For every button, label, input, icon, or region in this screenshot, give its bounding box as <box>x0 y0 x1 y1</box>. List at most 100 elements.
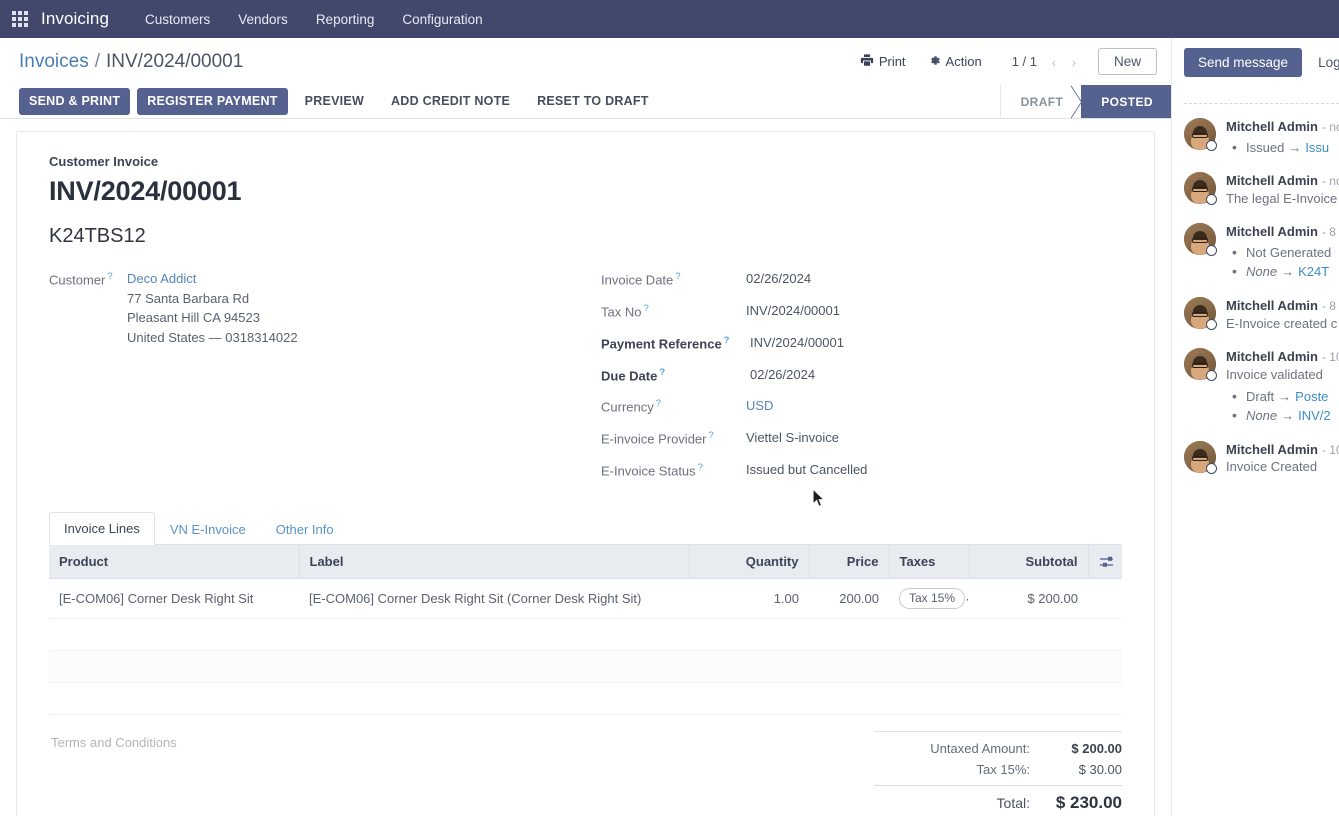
tab-vn-einvoice[interactable]: VN E-Invoice <box>155 513 261 545</box>
message-timestamp: - no <box>1322 120 1339 134</box>
terms-and-conditions-input[interactable]: Terms and Conditions <box>49 731 874 816</box>
message-body: Mitchell Admin- 10 Invoice Created <box>1226 441 1339 477</box>
tracking-item: None→INV/2 <box>1226 406 1339 426</box>
chevron-right-icon[interactable]: › <box>1064 54 1084 70</box>
message-author[interactable]: Mitchell Admin <box>1226 442 1318 457</box>
column-header-price[interactable]: Price <box>809 545 889 579</box>
help-marker-icon[interactable]: ? <box>107 271 112 282</box>
breadcrumb-invoices[interactable]: Invoices <box>19 51 89 73</box>
field-invoice-date-label: Invoice Date? <box>601 270 746 287</box>
avatar[interactable] <box>1184 172 1216 204</box>
arrow-icon: → <box>1281 264 1294 279</box>
status-draft[interactable]: DRAFT <box>1000 85 1082 118</box>
payment-reference-input[interactable]: INV/2024/00001 <box>746 334 844 353</box>
due-date-input[interactable]: 02/26/2024 <box>746 366 815 385</box>
currency-value[interactable]: USD <box>746 397 773 416</box>
menu-item-customers[interactable]: Customers <box>131 4 224 35</box>
register-payment-button[interactable]: REGISTER PAYMENT <box>137 88 287 114</box>
table-empty-row[interactable] <box>49 619 1122 651</box>
invoice-reference-code: K24TBS12 <box>49 225 1122 248</box>
message-timestamp: - 8 <box>1322 225 1336 239</box>
message-author[interactable]: Mitchell Admin <box>1226 224 1318 239</box>
new-button[interactable]: New <box>1098 48 1157 76</box>
avatar[interactable] <box>1184 118 1216 150</box>
cell-label[interactable]: [E-COM06] Corner Desk Right Sit (Corner … <box>299 579 689 619</box>
message-author[interactable]: Mitchell Admin <box>1226 119 1318 134</box>
chatter-thread: Mitchell Admin- no Issued→Issu <box>1172 104 1339 816</box>
cell-quantity[interactable]: 1.00 <box>689 579 809 619</box>
einvoice-provider-value[interactable]: Viettel S-invoice <box>746 429 839 448</box>
arrow-icon: → <box>1281 408 1294 423</box>
menu-item-configuration[interactable]: Configuration <box>388 4 496 35</box>
avatar[interactable] <box>1184 441 1216 473</box>
reset-to-draft-button[interactable]: RESET TO DRAFT <box>527 88 659 114</box>
tracking-item: Issued→Issu <box>1226 138 1339 158</box>
top-navbar: Invoicing Customers Vendors Reporting Co… <box>0 0 1339 38</box>
arrow-icon: → <box>1288 140 1301 155</box>
message-author[interactable]: Mitchell Admin <box>1226 349 1318 364</box>
message-text: E-Invoice created c <box>1226 315 1339 334</box>
message-header: Mitchell Admin- 8 <box>1226 297 1339 315</box>
table-empty-row[interactable] <box>49 683 1122 715</box>
status-posted[interactable]: POSTED <box>1081 85 1171 118</box>
list-item: Mitchell Admin- 10 Invoice validated Dra… <box>1184 348 1339 425</box>
message-author[interactable]: Mitchell Admin <box>1226 173 1318 188</box>
column-header-quantity[interactable]: Quantity <box>689 545 809 579</box>
action-button[interactable]: Action <box>917 49 993 75</box>
field-einvoice-status: E-Invoice Status? Issued but Cancelled <box>601 461 1122 480</box>
preview-button[interactable]: PREVIEW <box>295 88 374 114</box>
tax-label[interactable]: Tax 15%: <box>977 762 1030 777</box>
tab-other-info[interactable]: Other Info <box>261 513 349 545</box>
tracking-item: Not Generated <box>1226 243 1339 263</box>
help-marker-icon[interactable]: ? <box>709 430 714 441</box>
send-message-button[interactable]: Send message <box>1184 48 1302 77</box>
help-marker-icon[interactable]: ? <box>724 335 730 346</box>
add-credit-note-button[interactable]: ADD CREDIT NOTE <box>381 88 520 114</box>
table-row[interactable]: [E-COM06] Corner Desk Right Sit [E-COM06… <box>49 579 1122 619</box>
customer-address-line-2: Pleasant Hill CA 94523 <box>127 308 298 328</box>
help-marker-icon[interactable]: ? <box>656 398 661 409</box>
help-marker-icon[interactable]: ? <box>643 303 648 314</box>
tax-no-value[interactable]: INV/2024/00001 <box>746 302 840 321</box>
cell-taxes[interactable]: Tax 15% <box>889 579 969 619</box>
help-marker-icon[interactable]: ? <box>698 462 703 473</box>
avatar[interactable] <box>1184 348 1216 380</box>
chevron-left-icon[interactable]: ‹ <box>1044 54 1064 70</box>
column-options-button[interactable] <box>1088 545 1122 579</box>
message-author[interactable]: Mitchell Admin <box>1226 298 1318 313</box>
cell-product[interactable]: [E-COM06] Corner Desk Right Sit <box>49 579 299 619</box>
message-header: Mitchell Admin- no <box>1226 172 1339 190</box>
log-note-button[interactable]: Log n <box>1316 48 1339 77</box>
avatar[interactable] <box>1184 223 1216 255</box>
help-marker-icon[interactable]: ? <box>659 367 665 378</box>
customer-name-link[interactable]: Deco Addict <box>127 270 298 289</box>
column-header-subtotal[interactable]: Subtotal <box>969 545 1088 579</box>
tab-invoice-lines[interactable]: Invoice Lines <box>49 512 155 545</box>
column-header-label[interactable]: Label <box>299 545 689 579</box>
column-header-taxes[interactable]: Taxes <box>889 545 969 579</box>
body-wrapper: Invoices / INV/2024/00001 Print <box>0 38 1339 816</box>
field-einvoice-provider-label: E-invoice Provider? <box>601 429 746 446</box>
notebook-tabs: Invoice Lines VN E-Invoice Other Info <box>49 511 1122 545</box>
tracking-new-value: Poste <box>1295 389 1328 404</box>
tracking-old-value: None <box>1246 264 1277 279</box>
message-timestamp: - 10 <box>1322 350 1339 364</box>
print-button[interactable]: Print <box>849 48 917 75</box>
apps-grid-icon[interactable] <box>9 8 31 30</box>
message-body: Mitchell Admin- 8 Not Generated None→K24… <box>1226 223 1339 282</box>
send-and-print-button[interactable]: SEND & PRINT <box>19 88 130 114</box>
help-marker-icon[interactable]: ? <box>675 271 680 282</box>
menu-item-reporting[interactable]: Reporting <box>302 4 389 35</box>
column-header-product[interactable]: Product <box>49 545 299 579</box>
list-item: Mitchell Admin- 10 Invoice Created <box>1184 441 1339 477</box>
avatar[interactable] <box>1184 297 1216 329</box>
message-text: The legal E-Invoice <box>1226 190 1339 209</box>
menu-item-vendors[interactable]: Vendors <box>224 4 302 35</box>
breadcrumb-current: INV/2024/00001 <box>106 51 243 73</box>
message-tracking-list: Issued→Issu <box>1226 138 1339 158</box>
cell-price[interactable]: 200.00 <box>809 579 889 619</box>
table-empty-row[interactable] <box>49 651 1122 683</box>
document-kind: Customer Invoice <box>49 154 1122 169</box>
app-brand-invoicing[interactable]: Invoicing <box>41 9 109 29</box>
invoice-date-value[interactable]: 02/26/2024 <box>746 270 811 289</box>
